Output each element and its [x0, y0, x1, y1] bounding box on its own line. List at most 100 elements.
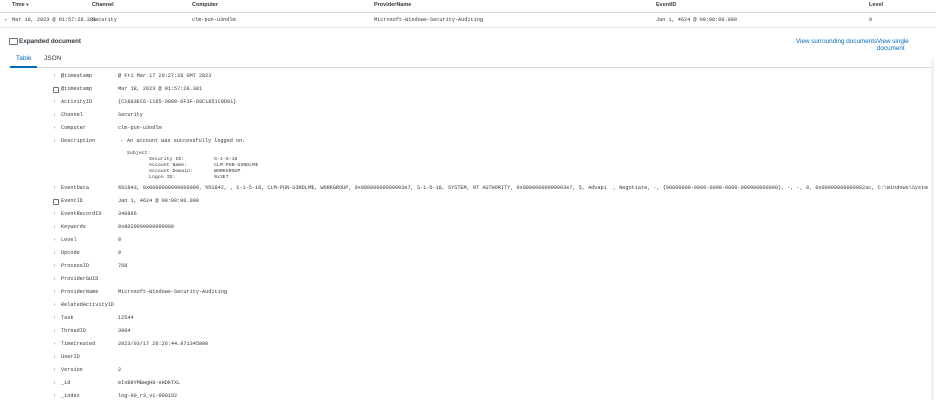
field-row: › ProviderName Microsoft-Windows-Security-…: [0, 289, 936, 301]
document-tabs: Table JSON: [9, 51, 931, 68]
field-value: 2023/03/17 20:26:44.871345800: [118, 341, 209, 347]
tab-json[interactable]: JSON: [44, 55, 61, 62]
field-value: 0: [118, 250, 122, 256]
row-computer: clm-pun-u3ndlm: [192, 17, 236, 23]
field-name: ActivityID: [61, 99, 93, 105]
field-name: EventData: [61, 185, 90, 191]
field-name: ThreadID: [61, 328, 86, 334]
view-surrounding-documents-link[interactable]: View surrounding documents: [796, 38, 877, 45]
chevron-right-icon[interactable]: ›: [53, 250, 56, 256]
chevron-right-icon[interactable]: ›: [53, 328, 56, 334]
field-row: › _index log-00_r3_v1-000192: [0, 393, 936, 405]
chevron-down-icon[interactable]: ⌄: [4, 16, 7, 22]
active-tab-indicator: [10, 66, 37, 68]
field-value: eIxB8YMBwgH8-sHDkTXL: [118, 380, 181, 386]
description-line-value: CLM-PUN-U3NDLM$: [214, 163, 259, 168]
field-row: EventID Jan 1, 4624 @ 00:00:00.000: [0, 198, 936, 210]
field-value: 3904: [118, 328, 131, 334]
field-value: 340866: [118, 211, 137, 217]
chevron-right-icon[interactable]: ›: [53, 138, 56, 144]
chevron-right-icon[interactable]: ›: [53, 276, 56, 282]
chevron-right-icon[interactable]: ›: [53, 380, 56, 386]
field-row: › Task 12544: [0, 315, 936, 327]
field-row: › EventData %%1843, 0x0000000000000000, %%…: [0, 185, 936, 197]
field-name: _id: [61, 380, 71, 386]
description-line-label: Logon ID:: [149, 175, 176, 179]
field-value: 0: [118, 237, 122, 243]
field-name: Description: [61, 138, 96, 144]
field-row: › Computer clm-pun-u3ndlm: [0, 125, 936, 137]
description-line-value: S-1-5-18: [214, 157, 238, 162]
field-row: › Version 2: [0, 367, 936, 379]
chevron-right-icon[interactable]: ›: [53, 315, 56, 321]
field-name: _index: [61, 393, 80, 399]
chevron-right-icon[interactable]: ›: [53, 289, 56, 295]
field-row: › ActivityID {C1893EC6-1185-0000-6F3F-89C1…: [0, 99, 936, 111]
view-single-document-link[interactable]: View single document: [877, 38, 936, 52]
field-name: Channel: [61, 112, 83, 118]
description-line-label: Account Name:: [149, 163, 188, 168]
field-value: An account was successfully logged on.: [127, 138, 246, 144]
calendar-icon[interactable]: [53, 199, 59, 205]
field-value: log-00_r3_v1-000192: [118, 393, 178, 399]
field-name: Opcode: [61, 250, 80, 256]
field-row: › Opcode 0: [0, 250, 936, 262]
chevron-right-icon[interactable]: ›: [53, 237, 56, 243]
description-line-value: WORKGROUP: [214, 169, 241, 174]
chevron-right-icon[interactable]: ›: [53, 73, 56, 79]
field-name: @timestamp: [61, 73, 93, 79]
description-expand-chevron-icon[interactable]: ›: [120, 139, 123, 144]
row-eventid: Jan 1, 4624 @ 00:00:00.000: [656, 17, 737, 23]
field-name: Keywords: [61, 224, 86, 230]
chevron-right-icon[interactable]: ›: [53, 393, 56, 399]
description-line-value: 0x3E7: [214, 175, 229, 179]
chevron-right-icon[interactable]: ›: [53, 302, 56, 308]
field-value: 768: [118, 263, 128, 269]
column-header-level[interactable]: Level: [869, 2, 883, 8]
chevron-right-icon[interactable]: ›: [53, 367, 56, 373]
column-header-providername[interactable]: ProviderName: [374, 2, 411, 8]
column-header-time[interactable]: Time ▾: [12, 2, 29, 8]
chevron-right-icon[interactable]: ›: [53, 112, 56, 118]
field-name: UserID: [61, 354, 80, 360]
column-header-channel[interactable]: Channel: [92, 2, 114, 8]
field-name: RelatedActivityID: [61, 302, 114, 308]
field-row: › Channel Security: [0, 112, 936, 124]
chevron-right-icon[interactable]: ›: [53, 211, 56, 217]
field-row: › TimeCreated 2023/03/17 20:26:44.87134580…: [0, 341, 936, 353]
chevron-right-icon[interactable]: ›: [53, 341, 56, 347]
field-row: › RelatedActivityID: [0, 302, 936, 314]
sort-icon: ▾: [26, 2, 29, 7]
table-header: Time ▾ Channel Computer ProviderName Eve…: [0, 0, 936, 13]
vertical-scrollbar[interactable]: [931, 60, 934, 400]
field-name: Version: [61, 367, 83, 373]
field-row: › ProviderGUID: [0, 276, 936, 288]
field-name: EventRecordID: [61, 211, 102, 217]
document-icon: [9, 38, 18, 45]
field-value: Mar 18, 2023 @ 01:57:28.381: [118, 86, 203, 92]
description-line-label: Security ID:: [149, 157, 185, 162]
chevron-right-icon[interactable]: ›: [53, 354, 56, 360]
field-name: Computer: [61, 125, 86, 131]
calendar-icon[interactable]: [53, 87, 59, 93]
expanded-document-title: Expanded document: [19, 38, 81, 45]
chevron-right-icon[interactable]: ›: [53, 224, 56, 230]
column-header-eventid[interactable]: EventID: [656, 2, 676, 8]
chevron-right-icon[interactable]: ›: [53, 185, 56, 191]
field-name: ProcessID: [61, 263, 90, 269]
tab-table[interactable]: Table: [16, 55, 32, 62]
chevron-right-icon[interactable]: ›: [53, 263, 56, 269]
field-value: @ Fri Mar 17 20:27:28 GMT 2023: [118, 73, 212, 79]
row-level: 0: [869, 17, 873, 23]
field-row: › ThreadID 3904: [0, 328, 936, 340]
chevron-right-icon[interactable]: ›: [53, 125, 56, 131]
field-row: › EventRecordID 340866: [0, 211, 936, 223]
field-name: Task: [61, 315, 74, 321]
column-header-computer[interactable]: Computer: [192, 2, 218, 8]
field-name: ProviderGUID: [61, 276, 99, 282]
chevron-right-icon[interactable]: ›: [53, 99, 56, 105]
field-value: 12544: [118, 315, 134, 321]
field-value: 0x8020000000000000: [118, 224, 175, 230]
field-row: › Keywords 0x8020000000000000: [0, 224, 936, 236]
table-row[interactable]: ⌄ Mar 18, 2023 @ 01:57:28.381 Security c…: [0, 13, 936, 28]
